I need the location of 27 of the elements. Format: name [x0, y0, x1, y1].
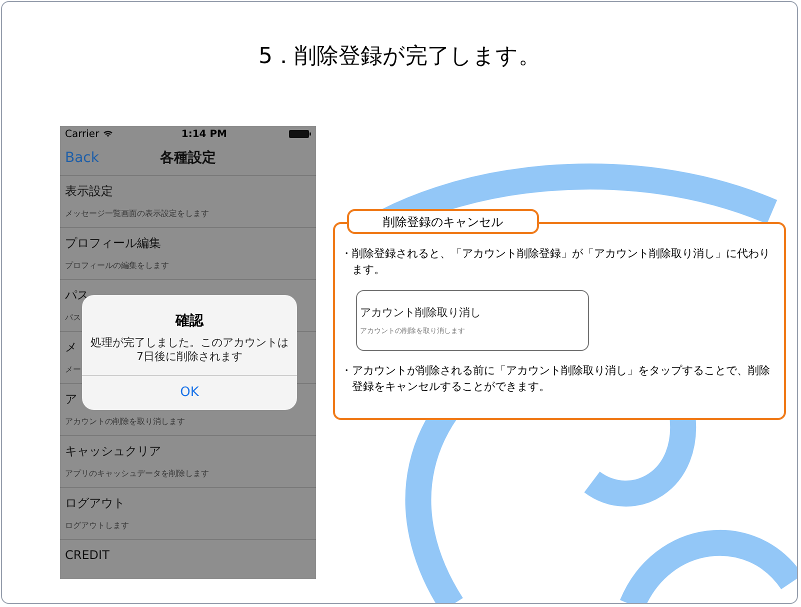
wifi-icon	[103, 130, 114, 138]
row-subtitle: アカウントの削除を取り消します	[65, 417, 185, 427]
sample-row-title: アカウント削除取り消し	[360, 306, 481, 318]
row-subtitle: パス	[65, 313, 81, 323]
battery-icon	[289, 130, 311, 138]
callout-label: 削除登録のキャンセル	[347, 209, 539, 234]
row-title[interactable]: メ	[65, 340, 77, 354]
row-title[interactable]: ログアウト	[65, 496, 125, 510]
row-title[interactable]: ア	[65, 392, 77, 406]
ok-button[interactable]: OK	[164, 383, 215, 403]
row-subtitle: アプリのキャッシュデータを削除します	[65, 469, 209, 479]
row-title[interactable]: 表示設定	[65, 184, 113, 198]
slide-title: 5．削除登録が完了します。	[258, 43, 542, 71]
row-subtitle: メー	[65, 365, 81, 375]
row-subtitle: プロフィールの編集をします	[65, 261, 169, 271]
note-text: ・アカウントが削除される前に「アカウント削除取り消し」をタップすることで、削除登録をキャンセルすることができます。	[341, 363, 771, 395]
screen-title: 各種設定	[160, 148, 216, 168]
row-subtitle: メッセージ一覧画面の表示設定をします	[65, 209, 209, 219]
row-title[interactable]: キャッシュクリア	[65, 444, 161, 458]
note-text: ・削除登録されると、「アカウント削除登録」が「アカウント削除取り消し」に代わります。	[341, 246, 771, 278]
alert-message: 処理が完了しました。このアカウントは 7日後に削除されます	[90, 336, 290, 364]
alert-title: 確認	[174, 312, 205, 331]
row-title[interactable]: CREDIT	[65, 548, 110, 562]
carrier-label: Carrier	[65, 128, 100, 142]
row-title[interactable]: プロフィール編集	[65, 236, 161, 250]
row-subtitle: ログアウトします	[65, 521, 129, 531]
status-time: 1:14 PM	[181, 128, 227, 142]
